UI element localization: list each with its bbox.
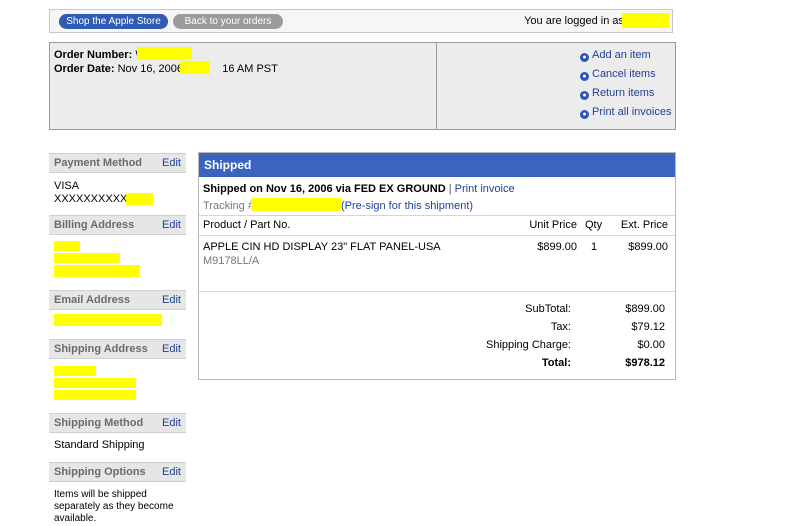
return-items-link[interactable]: ● Return items: [580, 87, 654, 100]
divider: [199, 235, 675, 236]
item-ext-price: $899.00: [628, 241, 668, 253]
shipping-method-title: Shipping Method: [54, 417, 144, 429]
arrow-circle-icon: ●: [580, 110, 589, 119]
shipping-options-line: Items will be shipped: [54, 489, 147, 500]
column-ext-price: Ext. Price: [620, 219, 668, 231]
column-unit-price: Unit Price: [529, 219, 577, 231]
shipment-info-row: Shipped on Nov 16, 2006 via FED EX GROUN…: [203, 183, 515, 195]
order-date-row: Order Date: Nov 16, 2006 a 16 AM PST: [54, 63, 278, 75]
redacted-billing-line: [54, 265, 140, 277]
shipment-panel: Shipped Shipped on Nov 16, 2006 via FED …: [198, 152, 676, 380]
edit-shipping-address-link[interactable]: Edit: [162, 343, 181, 355]
top-bar: Shop the Apple Store Back to your orders…: [49, 9, 673, 33]
redacted-billing-line: [54, 253, 120, 263]
redacted-order-time: [180, 61, 210, 74]
shipping-method-value: Standard Shipping: [54, 439, 145, 451]
shipment-status-header: Shipped: [199, 153, 675, 177]
shipped-on-text: Shipped on Nov 16, 2006 via FED EX GROUN…: [203, 183, 446, 195]
tax-value: $79.12: [631, 321, 665, 333]
edit-shipping-options-link[interactable]: Edit: [162, 466, 181, 478]
shop-apple-store-button[interactable]: Shop the Apple Store: [59, 14, 168, 29]
order-date-label: Order Date:: [54, 63, 115, 75]
cancel-items-link[interactable]: ● Cancel items: [580, 68, 656, 81]
edit-email-link[interactable]: Edit: [162, 294, 181, 306]
divider: [199, 291, 675, 292]
shipping-address-title: Shipping Address: [54, 343, 148, 355]
edit-payment-link[interactable]: Edit: [162, 157, 181, 169]
tax-label: Tax:: [550, 321, 571, 333]
billing-address-header: Billing Address Edit: [49, 215, 186, 235]
edit-billing-link[interactable]: Edit: [162, 219, 181, 231]
arrow-circle-icon: ●: [580, 72, 589, 81]
order-number-row: Order Number: W: [54, 49, 146, 61]
divider: [199, 215, 675, 216]
presign-link[interactable]: (Pre-sign for this shipment): [341, 200, 473, 212]
item-qty: 1: [591, 241, 598, 253]
order-date-suffix: 16 AM PST: [222, 63, 278, 75]
email-address-header: Email Address Edit: [49, 290, 186, 310]
item-name: APPLE CIN HD DISPLAY 23" FLAT PANEL-USA: [203, 241, 441, 253]
email-address-title: Email Address: [54, 294, 131, 306]
item-unit-price: $899.00: [537, 241, 577, 253]
add-item-link[interactable]: ● Add an item: [580, 49, 651, 62]
subtotal-label: SubTotal:: [525, 303, 571, 315]
shipping-charge-value: $0.00: [637, 339, 665, 351]
order-number-label: Order Number:: [54, 49, 133, 61]
print-invoice-link[interactable]: Print invoice: [455, 183, 515, 195]
shipping-address-header: Shipping Address Edit: [49, 339, 186, 359]
item-part-number: M9178LL/A: [203, 255, 260, 267]
arrow-circle-icon: ●: [580, 91, 589, 100]
shipping-charge-label: Shipping Charge:: [485, 339, 571, 351]
order-box-divider: [436, 43, 437, 129]
logged-in-text: You are logged in as: [524, 15, 624, 27]
redacted-username: [622, 13, 669, 28]
shipping-options-line: available.: [54, 513, 97, 524]
column-qty: Qty: [585, 219, 603, 231]
shipping-method-header: Shipping Method Edit: [49, 413, 186, 433]
shipping-options-title: Shipping Options: [54, 466, 146, 478]
subtotal-value: $899.00: [625, 303, 665, 315]
payment-method-title: Payment Method: [54, 157, 143, 169]
redacted-shipping-line: [54, 366, 96, 376]
back-to-orders-button[interactable]: Back to your orders: [173, 14, 283, 29]
payment-card-number: XXXXXXXXXXX: [54, 193, 135, 205]
payment-card-type: VISA: [54, 180, 80, 192]
plus-circle-icon: ●: [580, 53, 589, 62]
redacted-billing-line: [54, 241, 80, 251]
shipping-options-header: Shipping Options Edit: [49, 462, 186, 482]
payment-method-header: Payment Method Edit: [49, 153, 186, 173]
tracking-label: Tracking #:: [203, 200, 258, 212]
column-product: Product / Part No.: [203, 219, 291, 231]
redacted-shipping-line: [54, 390, 136, 400]
total-value: $978.12: [625, 357, 665, 369]
redacted-shipping-line: [54, 378, 136, 388]
edit-shipping-method-link[interactable]: Edit: [162, 417, 181, 429]
redacted-email: [54, 314, 162, 326]
redacted-order-number: [137, 47, 192, 60]
separator: |: [448, 183, 452, 195]
total-label: Total:: [541, 357, 571, 369]
redacted-tracking-number: [251, 198, 341, 211]
print-all-invoices-link[interactable]: ● Print all invoices: [580, 106, 671, 119]
redacted-card-digits: [126, 193, 153, 205]
shipping-options-line: separately as they become: [54, 501, 174, 512]
billing-address-title: Billing Address: [54, 219, 135, 231]
